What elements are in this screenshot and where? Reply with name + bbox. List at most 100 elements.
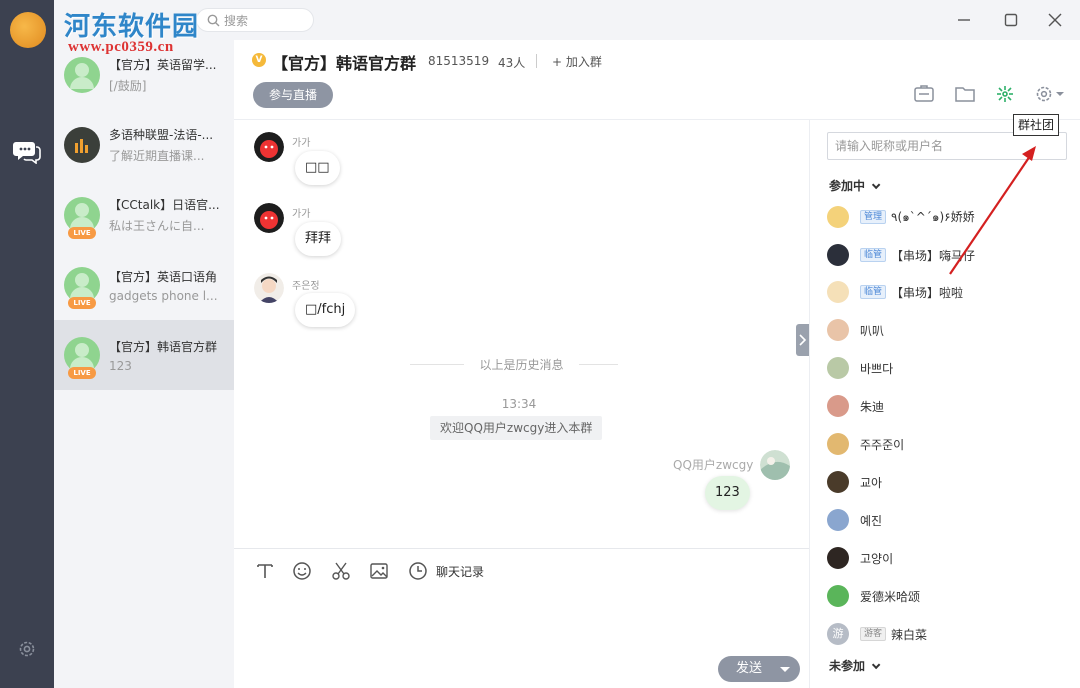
- conversation-preview: 私は王さんに自...: [109, 219, 205, 233]
- sender-avatar[interactable]: [254, 132, 284, 162]
- not-joined-section-toggle[interactable]: 未参加: [829, 657, 881, 674]
- temp-admin-tag: 临管: [860, 248, 887, 262]
- group-title: 【官方】韩语官方群: [272, 54, 417, 73]
- member-name: 바쁘다: [860, 361, 894, 376]
- send-options-caret-icon[interactable]: [780, 667, 790, 672]
- member-avatar: [827, 357, 849, 379]
- group-avatar: LIVE: [64, 197, 100, 239]
- member-name: 【串场】啦啦: [891, 285, 964, 300]
- sender-avatar[interactable]: [254, 203, 284, 233]
- chevron-down-icon: [871, 180, 881, 190]
- group-avatar: LIVE: [64, 337, 100, 379]
- conversation-name: 多语种联盟-法语-...: [109, 128, 214, 142]
- group-avatar: LIVE: [64, 267, 100, 309]
- group-settings-icon[interactable]: [1034, 84, 1068, 104]
- search-input[interactable]: 搜索: [196, 8, 314, 32]
- history-clock-icon[interactable]: [408, 561, 428, 581]
- message-bubble[interactable]: □/fchj: [295, 293, 356, 327]
- live-badge: LIVE: [68, 367, 96, 379]
- my-message-bubble[interactable]: 123: [705, 476, 750, 510]
- send-label: 发送: [736, 661, 763, 676]
- my-avatar[interactable]: [760, 450, 790, 480]
- screenshot-scissors-icon[interactable]: [331, 561, 351, 581]
- member-name: 교아: [860, 475, 883, 490]
- live-badge: LIVE: [68, 227, 96, 239]
- conversation-preview: gadgets phone l...: [109, 288, 218, 303]
- divider: [536, 54, 537, 68]
- search-placeholder: 搜索: [224, 13, 249, 28]
- announcement-icon[interactable]: [913, 84, 935, 104]
- message-bubble[interactable]: □□: [295, 151, 340, 185]
- settings-gear-icon[interactable]: [16, 638, 38, 660]
- member-avatar: [827, 244, 849, 266]
- member-avatar: [827, 547, 849, 569]
- conversation-preview: [/鼓励]: [109, 79, 147, 93]
- chat-header: V 【官方】韩语官方群 81513519 43人 + 加入群 参与直播: [234, 40, 1080, 120]
- composer: 聊天记录 发送: [234, 548, 809, 688]
- text-format-icon[interactable]: [255, 561, 275, 581]
- sender-avatar[interactable]: [254, 273, 284, 303]
- maximize-icon[interactable]: [1003, 12, 1019, 28]
- join-live-button[interactable]: 参与直播: [253, 82, 333, 108]
- sender-name: QQ用户zwcgy: [673, 458, 754, 472]
- group-club-icon[interactable]: [994, 84, 1016, 104]
- group-avatar: [64, 127, 100, 163]
- member-avatar: [827, 281, 849, 303]
- group-id: 81513519: [428, 54, 490, 68]
- member-row[interactable]: 주주준이: [827, 432, 904, 456]
- collapse-panel-toggle[interactable]: [796, 324, 809, 356]
- member-avatar: [827, 206, 849, 228]
- conversation-preview: 123: [109, 358, 132, 373]
- live-badge: LIVE: [68, 297, 96, 309]
- member-row[interactable]: 叭叭: [827, 318, 884, 342]
- join-group-button[interactable]: + 加入群: [552, 53, 602, 70]
- conversation-item[interactable]: 多语种联盟-法语-... 了解近期直播课...: [54, 110, 234, 180]
- member-row[interactable]: 고양이: [827, 546, 893, 570]
- system-message: 欢迎QQ用户zwcgy进入本群: [430, 416, 603, 440]
- member-row[interactable]: 朱迪: [827, 394, 884, 418]
- chat-history-button[interactable]: 聊天记录: [436, 563, 484, 580]
- member-name: 叭叭: [860, 323, 885, 338]
- annotation-arrow: [949, 146, 1036, 275]
- folder-icon[interactable]: [954, 84, 976, 104]
- close-icon[interactable]: [1047, 12, 1063, 28]
- message-area: 가가 □□ 가가 拜拜 주은정 □/fchj 以上是历史消息 13:34 欢迎Q…: [234, 120, 809, 548]
- conversation-item[interactable]: 【官方】英语留学... [/鼓励]: [54, 40, 234, 110]
- send-button[interactable]: 发送: [718, 656, 800, 682]
- joined-section-label: 参加中: [829, 179, 866, 193]
- group-club-tooltip: 群社团: [1013, 114, 1060, 136]
- minimize-icon[interactable]: [956, 12, 972, 28]
- search-icon: [207, 14, 220, 26]
- bars-icon: [75, 139, 88, 153]
- app-logo[interactable]: [10, 12, 46, 48]
- conversation-name: 【官方】韩语官方群: [109, 339, 218, 354]
- member-row[interactable]: 바쁘다: [827, 356, 893, 380]
- member-row[interactable]: 临管 【串场】啦啦: [827, 280, 963, 304]
- member-count[interactable]: 43人: [498, 54, 525, 71]
- member-row[interactable]: 爱德米哈颂: [827, 584, 920, 608]
- member-avatar: [827, 471, 849, 493]
- message-bubble[interactable]: 拜拜: [295, 222, 342, 256]
- guest-avatar: 游: [827, 623, 849, 645]
- conversation-name: 【CCtalk】日语官...: [109, 198, 220, 212]
- sender-name: 가가: [292, 138, 311, 149]
- left-rail: [0, 0, 54, 688]
- member-avatar: [827, 319, 849, 341]
- emoji-icon[interactable]: [292, 561, 312, 581]
- member-row[interactable]: 游游客 辣白菜: [827, 622, 927, 646]
- conversation-preview: 了解近期直播课...: [109, 149, 205, 163]
- message-timestamp: 13:34: [501, 397, 537, 411]
- conversation-item-active[interactable]: LIVE 【官方】韩语官方群 123: [54, 320, 234, 390]
- sender-name: 주은정: [292, 281, 320, 292]
- image-icon[interactable]: [369, 561, 389, 581]
- member-row[interactable]: 교아: [827, 470, 882, 494]
- sender-name: 가가: [292, 209, 311, 220]
- title-bar: [234, 0, 1080, 40]
- member-row[interactable]: 예진: [827, 508, 882, 532]
- conversation-item[interactable]: LIVE 【官方】英语口语角 gadgets phone l...: [54, 250, 234, 320]
- chat-icon[interactable]: [13, 138, 41, 164]
- history-divider-label: 以上是历史消息: [464, 356, 579, 373]
- conversation-item[interactable]: LIVE 【CCtalk】日语官... 私は王さんに自...: [54, 180, 234, 250]
- joined-section-toggle[interactable]: 参加中: [829, 177, 881, 194]
- conversation-name: 【官方】英语留学...: [109, 58, 217, 72]
